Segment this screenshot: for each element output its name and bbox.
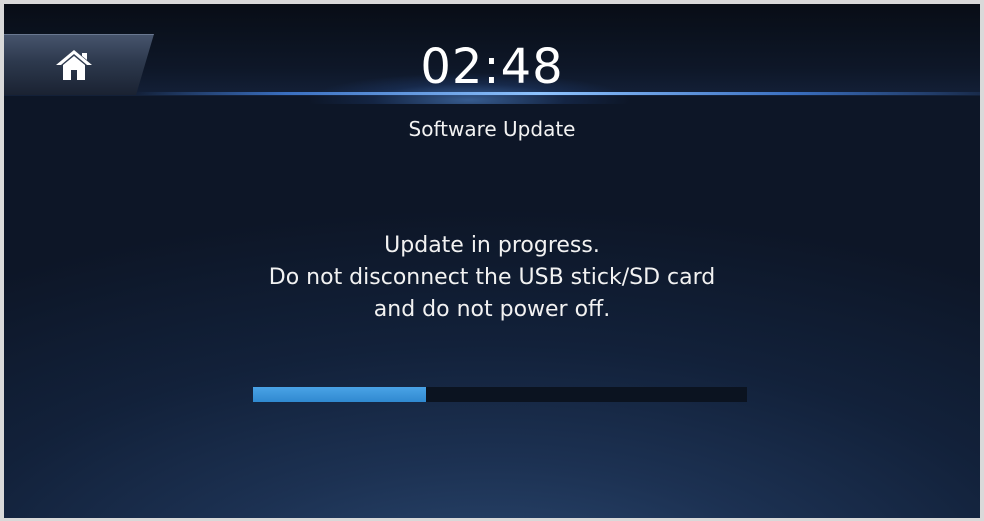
progress-bar xyxy=(253,387,747,402)
update-message: Update in progress. Do not disconnect th… xyxy=(142,230,842,326)
update-screen: 02:48 Software Update Update in progress… xyxy=(4,4,980,518)
message-line: Update in progress. xyxy=(384,233,600,258)
home-icon[interactable] xyxy=(54,48,94,82)
clock: 02:48 xyxy=(420,39,564,95)
message-line: Do not disconnect the USB stick/SD card xyxy=(268,265,716,290)
progress-bar-fill xyxy=(253,387,426,402)
page-title: Software Update xyxy=(408,117,576,141)
message-line: and do not power off. xyxy=(373,297,611,322)
